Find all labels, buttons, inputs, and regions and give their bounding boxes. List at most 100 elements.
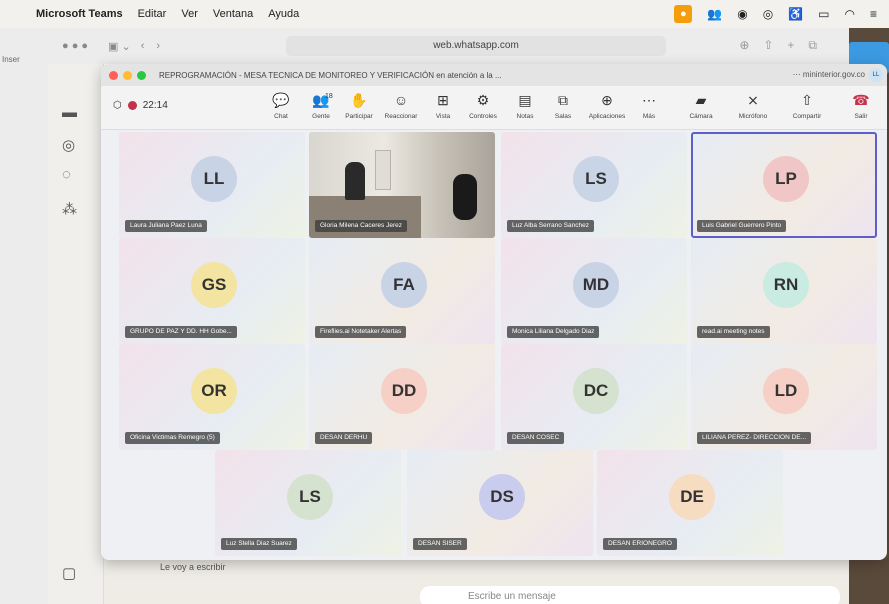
address-bar[interactable]: web.whatsapp.com — [286, 36, 666, 56]
menu-edit[interactable]: Editar — [138, 8, 167, 20]
teams-meeting-window: REPROGRAMACIÓN - MESA TECNICA DE MONITOR… — [101, 64, 887, 560]
teams-titlebar: REPROGRAMACIÓN - MESA TECNICA DE MONITOR… — [101, 64, 887, 86]
participant-tile[interactable]: GS GRUPO DE PAZ Y DD. HH Gobe... — [119, 238, 305, 344]
participant-tile[interactable]: Gloria Milena Caceres Jerez — [309, 132, 495, 238]
participant-tile[interactable]: LS Luz Stella Diaz Suarez — [215, 450, 401, 556]
mic-active-icon[interactable]: ● — [674, 5, 693, 23]
message-input[interactable]: Escribe un mensaje — [420, 586, 840, 604]
meeting-toolbar: ⬡ 22:14 💬 Chat 👥 18 Gente ✋ Participar ☺ Reaccio… — [101, 86, 887, 130]
recording-icon — [127, 101, 137, 110]
react-button[interactable]: ☺ Reaccionar — [381, 90, 421, 120]
participant-name: Fireflies.ai Notetaker Alertas — [315, 326, 407, 338]
back-icon[interactable]: ‹ — [141, 40, 145, 52]
window-traffic-lights[interactable]: ● ● ● — [62, 40, 88, 52]
chat-button[interactable]: 💬 Chat — [261, 90, 301, 120]
close-window-icon[interactable] — [109, 70, 118, 80]
participant-tile[interactable]: MD Monica Liliana Delgado Diaz — [501, 238, 687, 344]
view-button[interactable]: ⊞ Vista — [423, 90, 463, 120]
share-button[interactable]: ⇧ Compartir — [787, 90, 827, 120]
forward-icon[interactable]: › — [156, 40, 160, 52]
participant-name: GRUPO DE PAZ Y DD. HH Gobe... — [125, 326, 237, 338]
participant-tile[interactable]: RN read.ai meeting notes — [691, 238, 877, 344]
participant-avatar: OR — [191, 368, 237, 414]
safari-controls[interactable]: ⊕⇧+⧉ — [739, 38, 831, 53]
mic-button[interactable]: ⨯ Micrófono — [733, 90, 773, 120]
people-count: 18 — [325, 93, 333, 100]
apps-label: Aplicaciones — [588, 113, 626, 120]
share-icon: ⇧ — [801, 92, 813, 108]
participant-tile[interactable]: DC DESAN COSEC — [501, 344, 687, 450]
hand-icon: ✋ — [350, 92, 368, 108]
participant-avatar: RN — [763, 262, 809, 308]
people-status-icon[interactable]: 👥 — [707, 7, 722, 21]
minimize-window-icon[interactable] — [123, 70, 132, 80]
accessibility-status-icon[interactable]: ♿ — [788, 7, 803, 21]
menu-view[interactable]: Ver — [181, 8, 198, 20]
leave-button[interactable]: ☎ Salir — [843, 90, 879, 120]
maximize-window-icon[interactable] — [137, 70, 146, 80]
participant-tile[interactable]: LD LILIANA PEREZ- DIRECCION DE... — [691, 344, 877, 450]
apps-button[interactable]: ⊕ Aplicaciones — [587, 90, 627, 120]
controls-icon: ⚙ — [476, 92, 490, 108]
camera-button[interactable]: ▰ Cámara — [681, 90, 721, 120]
screen-status-icon[interactable]: ◎ — [763, 7, 773, 21]
menubar-status-area: ● 👥 ◉ ◎ ♿ ▭ ◠ ≡ — [674, 0, 889, 28]
participant-avatar: FA — [381, 262, 427, 308]
word-window-background: Inser — [0, 28, 48, 604]
whatsapp-sidebar: ▬ ◎ ◌ ⁂ ▢ — [48, 64, 104, 604]
url-text: web.whatsapp.com — [433, 40, 519, 51]
settings-icon[interactable]: ▢ — [62, 564, 76, 582]
participant-avatar: LS — [287, 474, 333, 520]
participant-name: Luis Gabriel Guerrero Pinto — [697, 220, 787, 232]
account-avatar[interactable]: LL — [869, 68, 883, 82]
smiley-icon: ☺ — [393, 92, 409, 108]
camera-label: Cámara — [689, 113, 713, 120]
participant-name: DESAN DERHU — [315, 432, 373, 444]
controls-button[interactable]: ⚙ Controles — [463, 90, 503, 120]
wifi-icon[interactable]: ◠ — [845, 7, 855, 21]
participant-tile[interactable]: LL Laura Juliana Paez Luna — [119, 132, 305, 238]
participant-tile[interactable]: DS DESAN SISER — [407, 450, 593, 556]
raise-button[interactable]: ✋ Participar — [339, 90, 379, 120]
menu-window[interactable]: Ventana — [213, 8, 253, 20]
mac-menubar: Microsoft Teams Editar Ver Ventana Ayuda… — [0, 0, 889, 28]
participant-avatar: DE — [669, 474, 715, 520]
record-status-icon[interactable]: ◉ — [737, 7, 747, 21]
participant-name: Gloria Milena Caceres Jerez — [315, 220, 408, 232]
view-label: Vista — [435, 113, 451, 120]
notes-button[interactable]: ▤ Notas — [505, 90, 545, 120]
participant-tile[interactable]: OR Oficina Victimas Remegro (5) — [119, 344, 305, 450]
more-label: Más — [642, 113, 656, 120]
rooms-button[interactable]: ⧉ Salas — [543, 90, 583, 120]
camera-off-icon: ▰ — [695, 92, 707, 108]
participant-name: read.ai meeting notes — [697, 326, 770, 338]
participant-avatar: DS — [479, 474, 525, 520]
participant-name: LILIANA PEREZ- DIRECCION DE... — [697, 432, 812, 444]
participant-tile[interactable]: LP Luis Gabriel Guerrero Pinto — [691, 132, 877, 238]
participant-tile[interactable]: FA Fireflies.ai Notetaker Alertas — [309, 238, 495, 344]
control-center-icon[interactable]: ≡ — [870, 7, 877, 21]
participant-grid: LL Laura Juliana Paez Luna Gloria Milena C… — [101, 130, 887, 560]
status-icon[interactable]: ◎ — [62, 136, 75, 154]
controls-label: Controles — [469, 113, 497, 120]
more-button[interactable]: ⋯ Más — [629, 90, 669, 120]
participant-name: Luz Alba Serrano Sanchez — [507, 220, 594, 232]
sidebar-toggle-icon[interactable]: ▣ ⌄ — [108, 40, 131, 53]
participant-avatar: GS — [191, 262, 237, 308]
menu-app-name[interactable]: Microsoft Teams — [36, 8, 123, 20]
participant-tile[interactable]: DE DESAN ERIONEGRO — [597, 450, 783, 556]
grid-icon: ⊞ — [437, 92, 449, 108]
battery-icon[interactable]: ▭ — [818, 7, 829, 21]
participant-avatar: LL — [191, 156, 237, 202]
hangup-icon: ☎ — [852, 92, 870, 108]
more-icon: ⋯ — [642, 92, 656, 108]
chats-icon[interactable]: ▬ — [62, 104, 77, 121]
participant-tile[interactable]: LS Luz Alba Serrano Sanchez — [501, 132, 687, 238]
raise-label: Participar — [345, 113, 373, 120]
menu-help[interactable]: Ayuda — [268, 8, 299, 20]
communities-icon[interactable]: ⁂ — [62, 200, 77, 218]
channels-icon[interactable]: ◌ — [62, 166, 71, 183]
participant-tile[interactable]: DD DESAN DERHU — [309, 344, 495, 450]
people-button[interactable]: 👥 18 Gente — [301, 90, 341, 120]
participant-name: Oficina Victimas Remegro (5) — [125, 432, 220, 444]
